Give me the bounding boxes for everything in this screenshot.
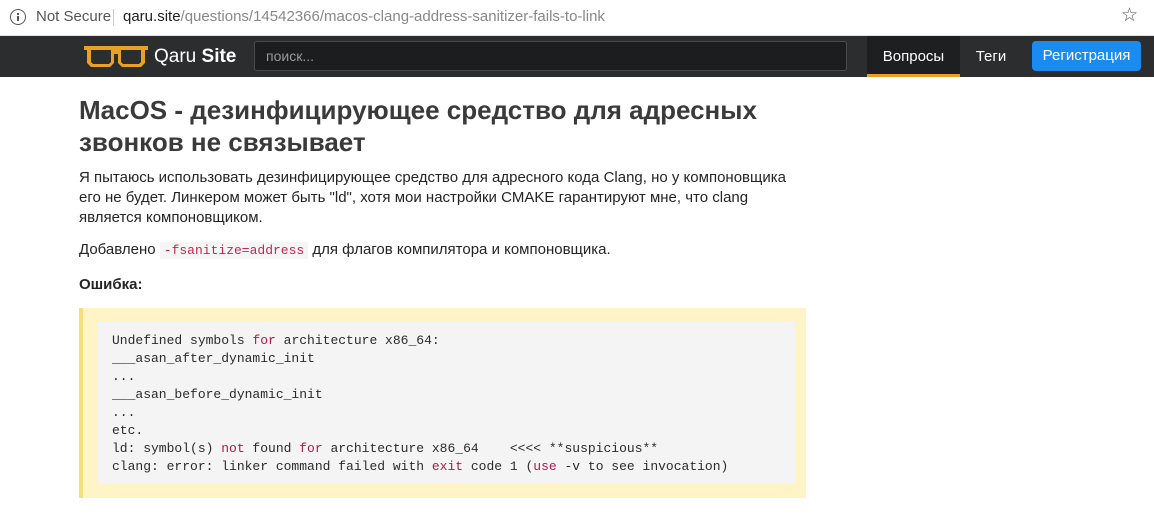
- code-line: ld: symbol(s) not found for architecture…: [112, 440, 781, 458]
- brand-name-part1: Qaru: [154, 46, 202, 67]
- glasses-icon[interactable]: [84, 43, 148, 69]
- error-label: Ошибка:: [79, 276, 143, 293]
- code-line: ___asan_before_dynamic_init: [112, 387, 323, 402]
- browser-address-bar: Not Secure qaru.site/questions/14542366/…: [0, 0, 1154, 36]
- code-text: code 1 (: [463, 459, 534, 474]
- url-path: /questions/14542366/macos-clang-address-…: [180, 8, 605, 25]
- flags-text-before: Добавлено: [79, 241, 160, 258]
- code-line: clang: error: linker command failed with…: [112, 458, 781, 476]
- question-title: MacOS - дезинфицирующее средство для адр…: [79, 95, 757, 157]
- question-paragraph-flags: Добавлено -fsanitize=address для флагов …: [79, 240, 799, 261]
- code-text: architecture x86_64 <<<< **suspicious**: [322, 441, 659, 456]
- code-text: architecture x86_64:: [275, 333, 440, 348]
- error-code-block[interactable]: Undefined symbols for architecture x86_6…: [98, 322, 795, 484]
- nav-tags[interactable]: Теги: [966, 36, 1016, 77]
- register-button[interactable]: Регистрация: [1032, 41, 1141, 71]
- question-paragraph: Я пытаюсь использовать дезинфицирующее с…: [79, 169, 786, 226]
- code-keyword: for: [299, 441, 323, 456]
- code-line: Undefined symbols for architecture x86_6…: [112, 332, 781, 350]
- code-text: found: [244, 441, 300, 456]
- code-keyword: for: [252, 333, 276, 348]
- brand-logo[interactable]: Qaru Site: [154, 46, 236, 68]
- search-input[interactable]: [254, 41, 847, 71]
- error-blockquote: Undefined symbols for architecture x86_6…: [79, 308, 806, 498]
- security-status[interactable]: Not Secure: [36, 8, 111, 26]
- site-navbar: Qaru Site Вопросы Теги Регистрация: [0, 36, 1154, 77]
- code-line: ...: [112, 405, 136, 420]
- brand-name-part2: Site: [201, 46, 237, 67]
- code-line: ___asan_after_dynamic_init: [112, 351, 315, 366]
- code-text: ld: symbol(s): [112, 441, 222, 456]
- code-text: clang: error: linker command failed with: [112, 459, 432, 474]
- code-text: -v to see invocation): [556, 459, 729, 474]
- star-icon[interactable]: ☆: [1121, 5, 1138, 27]
- nav-questions[interactable]: Вопросы: [867, 36, 960, 77]
- code-keyword: exit: [431, 459, 464, 474]
- code-line: ...: [112, 369, 136, 384]
- code-text: Undefined symbols: [112, 333, 253, 348]
- url-field[interactable]: qaru.site/questions/14542366/macos-clang…: [123, 8, 605, 26]
- url-host: qaru.site: [123, 8, 181, 25]
- code-line: etc.: [112, 423, 144, 438]
- flags-text-after: для флагов компилятора и компоновщика.: [308, 241, 611, 258]
- code-keyword: use: [533, 459, 557, 474]
- address-separator: [113, 9, 114, 26]
- code-keyword: not: [221, 441, 245, 456]
- inline-code-flag: -fsanitize=address: [159, 242, 309, 259]
- info-circle-icon[interactable]: [10, 9, 26, 25]
